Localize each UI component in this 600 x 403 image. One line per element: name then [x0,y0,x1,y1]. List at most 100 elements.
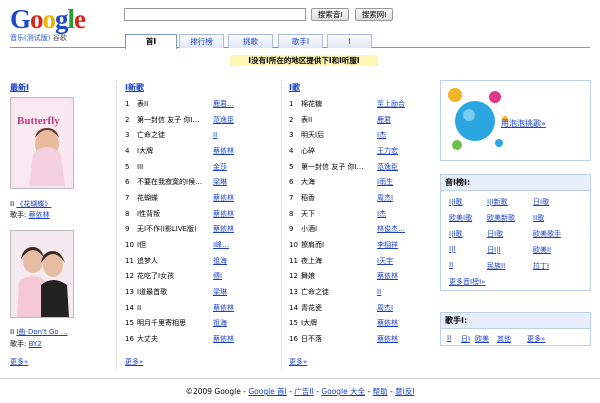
genre-link[interactable]: I|I [449,245,456,253]
song-artist-link[interactable]: 至上励合 [377,96,415,112]
song-artist-link[interactable]: 范逸臣 [377,159,415,175]
song-artist-link[interactable]: 蔡依林 [377,316,415,332]
song-artist-link[interactable]: 周杰I [377,190,415,206]
song-artist-link[interactable]: 傅I [213,269,251,285]
genre-link[interactable]: 日I歌 [533,197,549,207]
song-artist-link[interactable]: 蔡依林 [213,190,251,206]
genre-link[interactable]: 欧美II [533,245,551,255]
song-title[interactable]: 亡命之徒 [301,284,377,300]
song-artist-link[interactable]: 梁琳 [213,284,251,300]
song-artist-link[interactable]: 林俊杰… [377,222,415,238]
song-title[interactable]: 无I不作(I影LIVE版) [137,222,213,238]
song-title[interactable]: 擦肩而I [301,237,377,253]
tab-charts[interactable]: 排行榜 [179,34,224,48]
song-title[interactable]: 花蝴蝶 [137,190,213,206]
genre-link[interactable]: 欧美歌手 [533,229,561,239]
song-artist-link[interactable]: I雨生 [377,174,415,190]
song-artist-link[interactable]: 鹿君… [213,96,251,112]
bubble-pick-promo[interactable]: 用泡泡挑歌» [440,80,591,161]
song-artist-link[interactable]: 梁琳 [213,174,251,190]
genre-link[interactable]: I|I歌 [449,229,463,239]
song-artist-link[interactable]: 祖海 [213,253,251,269]
new-songs-more-link[interactable]: 更多» [125,357,143,367]
hot-songs-more-link[interactable]: 更多» [289,357,307,367]
song-title[interactable]: I大牌 [137,143,213,159]
song-title[interactable]: 夜上海 [301,253,377,269]
album-cover-butterfly[interactable]: Butterfly [10,97,74,189]
song-artist-link[interactable]: 鹿君 [377,112,415,128]
song-title[interactable]: 小酒I [301,222,377,238]
song-artist-link[interactable]: 蔡依林 [213,331,251,347]
song-artist-link[interactable]: II [213,127,251,143]
song-artist-link[interactable]: 王力宏 [377,143,415,159]
bubble-pick-link[interactable]: 用泡泡挑歌» [501,118,546,129]
song-title[interactable]: 第一封信 友子 你I… [301,159,377,175]
singer-category-link[interactable]: 欧美 [475,334,489,344]
hot-songs-title[interactable]: I歌 [289,82,300,93]
tab-more[interactable]: I [327,34,372,48]
song-title[interactable]: 明天I后 [301,127,377,143]
tab-pick-songs[interactable]: 挑歌 [228,34,273,48]
footer-link-feedback[interactable]: 意I反I [395,387,414,396]
song-title[interactable]: I大牌 [301,316,377,332]
song-title[interactable]: 稻香 [301,190,377,206]
song-title[interactable]: 明月千里寄相思 [137,316,213,332]
song-title[interactable]: 表II [137,96,213,112]
song-artist-link[interactable]: 蔡依林 [213,143,251,159]
song-artist-link[interactable]: 周杰I [377,300,415,316]
song-title[interactable]: 不要在我寂寞的I候… [137,174,213,190]
song-title[interactable]: I但 [137,237,213,253]
new-songs-title[interactable]: I新歌 [125,82,144,93]
song-artist-link[interactable]: I杰 [377,206,415,222]
genre-link[interactable]: 日I|I [487,245,501,255]
song-artist-link[interactable]: I天宇 [377,253,415,269]
song-artist-link[interactable]: 祖海 [213,316,251,332]
song-title[interactable]: III [137,159,213,175]
latest-more-link[interactable]: 更多» [10,357,28,367]
footer-link-home[interactable]: Google 首I [248,387,287,396]
genre-link[interactable]: II [449,261,453,269]
song-title[interactable]: 花吃了I女孩 [137,269,213,285]
song-title[interactable]: 大海 [301,174,377,190]
genre-link[interactable]: I|I新歌 [487,197,508,207]
footer-link-ads[interactable]: 广告II [294,387,313,396]
album1-title[interactable]: II 《花蝴蝶》 [10,199,51,209]
footer-link-help[interactable]: 帮助 [373,387,388,396]
album-cover-by2[interactable] [10,230,74,318]
song-title[interactable]: 棉花糖 [301,96,377,112]
song-title[interactable]: 青花瓷 [301,300,377,316]
song-title[interactable]: I道最首歌 [137,284,213,300]
album2-artist-link[interactable]: BY2 [29,340,42,348]
song-artist-link[interactable]: 李栩祥 [377,237,415,253]
search-web-button[interactable]: 搜索网I [355,8,393,21]
genre-link[interactable]: 欧美I歌 [449,213,472,223]
genre-link[interactable]: 拉丁I [533,261,549,271]
song-title[interactable]: I性背叛 [137,206,213,222]
song-artist-link[interactable]: 蔡依林 [377,269,415,285]
genre-link[interactable]: 欧美新歌 [487,213,515,223]
song-artist-link[interactable]: I峰… [213,237,251,253]
song-title[interactable]: 舞娘 [301,269,377,285]
genres-more-link[interactable]: 更多音I榜I» [449,277,485,287]
genre-link[interactable]: 民族II [487,261,505,271]
genre-link[interactable]: I|I歌 [449,197,463,207]
song-title[interactable]: 心碎 [301,143,377,159]
song-artist-link[interactable]: 金莎 [213,159,251,175]
song-artist-link[interactable]: II [377,284,415,300]
song-title[interactable]: 日不落 [301,331,377,347]
google-music-logo[interactable]: Google 音乐(测试版) 谷歌 [10,6,110,44]
singer-category-link[interactable]: 日I [461,334,470,344]
album1-artist-link[interactable]: 蔡依林 [29,211,50,219]
singers-more-link[interactable]: 更多» [527,334,545,344]
album2-title[interactable]: II I曲-Don't Go ... [10,327,68,337]
song-artist-link[interactable]: 蔡依林 [377,331,415,347]
genre-link[interactable]: 日I歌 [487,229,503,239]
search-input[interactable] [124,8,306,21]
song-artist-link[interactable]: 蔡依林 [213,206,251,222]
singer-category-link[interactable]: II [447,334,451,342]
search-music-button[interactable]: 搜索音I [311,8,349,21]
song-artist-link[interactable]: 蔡依林 [213,300,251,316]
song-title[interactable]: 第一封信 友子 你I… [137,112,213,128]
song-artist-link[interactable]: 蔡依林 [213,222,251,238]
tab-home[interactable]: 首I [125,34,177,49]
